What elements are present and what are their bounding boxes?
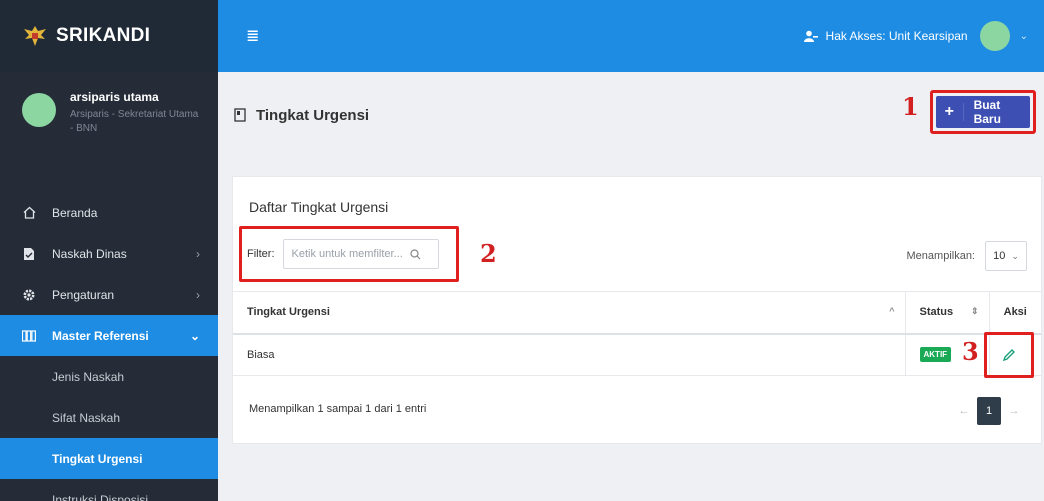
col-header-name[interactable]: Tingkat Urgensi ^ — [233, 291, 905, 335]
user-panel: arsiparis utama Arsiparis - Sekretariat … — [0, 72, 218, 192]
user-key-icon — [803, 30, 818, 42]
filter-input[interactable] — [291, 248, 410, 260]
user-menu[interactable]: Hak Akses: Unit Kearsipan ⌄ — [803, 21, 1028, 51]
filter-label: Filter: — [247, 248, 275, 260]
list-card: Daftar Tingkat Urgensi Filter: 2 Menampi… — [232, 176, 1042, 444]
archive-icon — [22, 329, 36, 343]
sidebar-item-label: Naskah Dinas — [52, 246, 127, 261]
card-title: Daftar Tingkat Urgensi — [249, 199, 389, 215]
user-role: Arsiparis - Sekretariat Utama - BNN — [70, 109, 199, 134]
page-header: Tingkat Urgensi 1 + Buat Baru — [218, 72, 1044, 158]
sidebar-item-label: Master Referensi — [52, 328, 149, 343]
gear-icon — [22, 288, 36, 302]
new-button[interactable]: + Buat Baru — [936, 96, 1030, 128]
sidebar-subitem-instruksi-disposisi[interactable]: Instruksi Disposisi — [0, 479, 218, 501]
chevron-down-icon[interactable]: ⌄ — [1020, 31, 1028, 42]
col-header-aksi: Aksi — [988, 291, 1041, 335]
cell-name: Biasa — [233, 333, 905, 376]
col-header-name-label: Tingkat Urgensi — [247, 306, 330, 319]
plus-icon: + — [936, 103, 964, 121]
sort-icon: ⇕ — [970, 306, 979, 317]
chevron-right-icon: › — [196, 287, 200, 302]
page-size-control: Menampilkan: 10 ⌄ — [907, 241, 1027, 271]
urgency-table: Tingkat Urgensi ^ Status ⇕ Aksi Biasa AK… — [233, 291, 1041, 376]
sidebar-subitem-tingkat-urgensi[interactable]: Tingkat Urgensi — [0, 438, 218, 479]
chevron-down-icon: ⌄ — [189, 328, 200, 343]
pagination-info: Menampilkan 1 sampai 1 dari 1 entri — [249, 403, 427, 415]
brand-name: SRIKANDI — [56, 25, 151, 46]
sidebar-item-beranda[interactable]: Beranda — [0, 192, 218, 233]
edit-highlight — [984, 332, 1034, 378]
sort-asc-icon: ^ — [889, 306, 895, 317]
col-header-status-label: Status — [919, 306, 954, 319]
home-icon — [22, 206, 36, 220]
table-row: Biasa AKTIF — [233, 333, 1041, 376]
status-badge: AKTIF — [919, 347, 952, 363]
search-icon — [409, 248, 420, 259]
sidebar-item-label: Pengaturan — [52, 287, 115, 302]
topbar: ≣ Hak Akses: Unit Kearsipan ⌄ — [218, 0, 1044, 72]
user-name: arsiparis utama — [70, 90, 159, 104]
pagination: ← 1 → — [951, 397, 1027, 425]
page-icon — [234, 108, 246, 122]
avatar — [22, 93, 56, 127]
garuda-logo-icon — [24, 26, 46, 46]
page-title: Tingkat Urgensi — [256, 106, 370, 124]
brand[interactable]: SRIKANDI — [0, 0, 218, 72]
chevron-right-icon: › — [196, 246, 200, 261]
new-button-highlight: + Buat Baru — [930, 90, 1036, 134]
filter-field[interactable] — [282, 239, 439, 269]
hamburger-menu-icon[interactable]: ≣ — [246, 26, 259, 46]
sidebar-subitem-jenis-naskah[interactable]: Jenis Naskah — [0, 356, 218, 397]
filter-highlight: Filter: — [239, 226, 459, 282]
annotation-2: 2 — [480, 239, 497, 268]
sidebar-menu: Beranda Naskah Dinas › Pengaturan › Mast… — [0, 192, 218, 501]
prev-page-button[interactable]: ← — [951, 405, 977, 417]
page-1-button[interactable]: 1 — [977, 397, 1001, 425]
annotation-1: 1 — [902, 92, 919, 121]
sidebar-item-master-referensi[interactable]: Master Referensi ⌄ — [0, 315, 218, 356]
page-size-label: Menampilkan: — [906, 250, 975, 262]
new-button-label: Buat Baru — [973, 98, 1001, 126]
pencil-icon[interactable] — [1002, 348, 1016, 362]
sidebar: SRIKANDI arsiparis utama Arsiparis - Sek… — [0, 0, 218, 501]
document-icon — [22, 247, 36, 261]
next-page-button[interactable]: → — [1001, 405, 1027, 417]
top-avatar[interactable] — [979, 21, 1010, 51]
access-label: Hak Akses: Unit Kearsipan — [825, 29, 968, 43]
page-size-select[interactable]: 10 ⌄ — [985, 241, 1027, 271]
sidebar-item-pengaturan[interactable]: Pengaturan › — [0, 274, 218, 315]
sidebar-item-label: Beranda — [52, 205, 98, 220]
sidebar-item-naskah-dinas[interactable]: Naskah Dinas › — [0, 233, 218, 274]
annotation-3: 3 — [962, 337, 979, 366]
col-header-status[interactable]: Status ⇕ — [904, 291, 989, 335]
page-size-value: 10 — [993, 250, 1006, 262]
sidebar-subitem-sifat-naskah[interactable]: Sifat Naskah — [0, 397, 218, 438]
chevron-down-icon: ⌄ — [1011, 250, 1019, 261]
